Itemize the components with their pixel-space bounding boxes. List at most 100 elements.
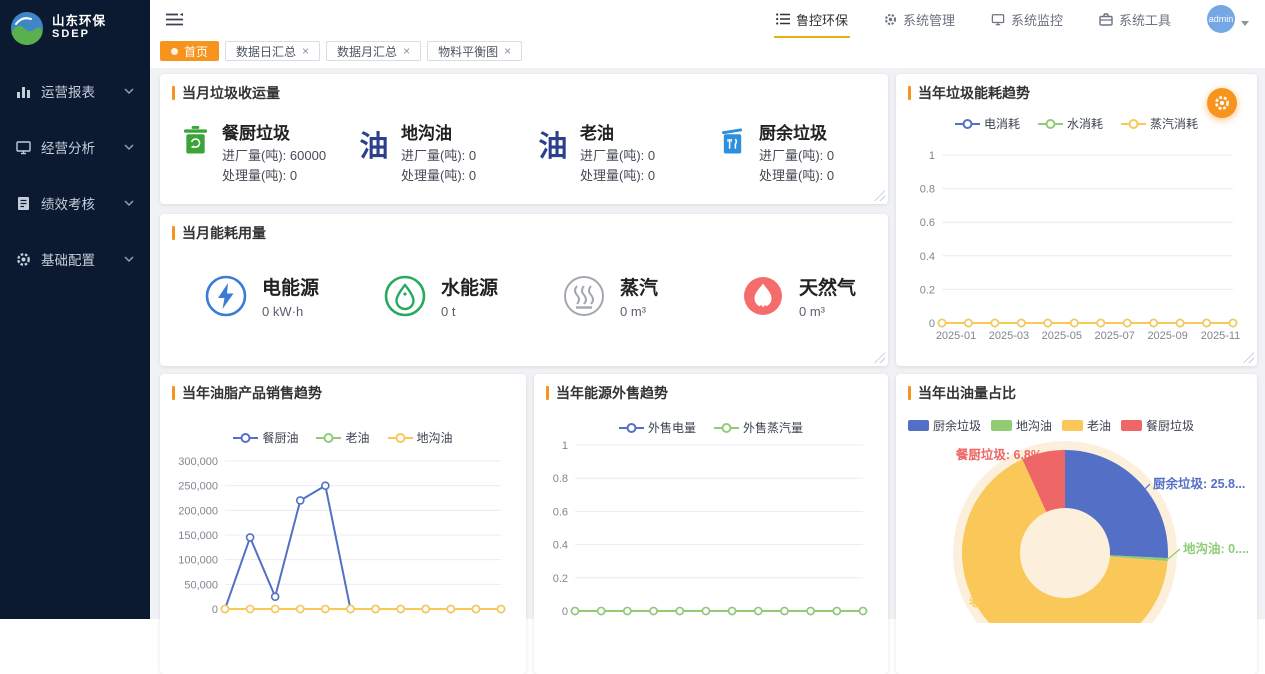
oil-character-icon: 油 [538, 125, 568, 162]
svg-text:1: 1 [562, 440, 568, 452]
stat-name: 厨余垃圾 [759, 119, 834, 144]
card-title: 当月能耗用量 [160, 214, 888, 243]
svg-text:0: 0 [929, 318, 935, 330]
tab-material-balance[interactable]: 物料平衡图 × [427, 41, 522, 61]
stat-intake: 进厂量(吨): 0 [759, 146, 834, 166]
card-title-text: 当年油脂产品销售趋势 [182, 383, 322, 403]
svg-text:0.6: 0.6 [553, 506, 568, 518]
chevron-down-icon [124, 144, 134, 150]
legend-item[interactable]: 蒸汽消耗 [1121, 115, 1198, 132]
stat-intake: 进厂量(吨): 0 [580, 146, 655, 166]
svg-text:2025-09: 2025-09 [1147, 330, 1187, 342]
sidebar-item-operations-report[interactable]: 运营报表 [0, 63, 150, 119]
waste-intake-card: 当月垃圾收运量 餐厨垃圾 进厂量(吨): 60000 处理量(吨): 0 [160, 74, 888, 204]
svg-text:0.8: 0.8 [920, 184, 935, 196]
card-title-text: 当年出油量占比 [918, 383, 1016, 403]
svg-text:餐厨垃圾: 6.8%: 餐厨垃圾: 6.8% [955, 447, 1042, 462]
monitor-icon [991, 13, 1005, 26]
energy-trend-chart-card: 当年垃圾能耗趋势 电消耗水消耗蒸汽消耗 10.80.60.40.202025-0… [896, 74, 1257, 366]
svg-text:0.2: 0.2 [920, 284, 935, 296]
sidebar-item-basic-config[interactable]: 基础配置 [0, 231, 150, 287]
svg-text:0.4: 0.4 [920, 251, 935, 263]
svg-text:200,000: 200,000 [178, 505, 218, 517]
user-menu[interactable]: admin [1207, 5, 1249, 33]
energy-usage-card: 当月能耗用量 电能源0 kW·h 水能源0 t 蒸汽0 m³ [160, 214, 888, 366]
chevron-down-icon [124, 88, 134, 94]
stat-kitchen-waste: 餐厨垃圾 进厂量(吨): 60000 处理量(吨): 0 [166, 119, 345, 185]
card-title-text: 当月垃圾收运量 [182, 83, 280, 103]
legend-item[interactable]: 餐厨垃圾 [1121, 417, 1194, 434]
sidebar-item-performance-review[interactable]: 绩效考核 [0, 175, 150, 231]
svg-text:0: 0 [212, 604, 218, 616]
tab-home[interactable]: 首页 [160, 41, 219, 61]
stat-processed: 处理量(吨): 0 [222, 166, 326, 186]
brand-name-cn: 山东环保 [52, 15, 106, 29]
title-accent-bar [172, 386, 175, 400]
legend-item[interactable]: 地沟油 [991, 417, 1052, 434]
oil-sales-chart-card: 当年油脂产品销售趋势 餐厨油老油地沟油 300,000250,000200,00… [160, 374, 526, 674]
resize-handle[interactable] [874, 190, 885, 201]
gear-icon [884, 13, 897, 26]
nav-item-system-tools[interactable]: 系统工具 [1099, 0, 1171, 38]
legend-item[interactable]: 外售蒸汽量 [714, 419, 803, 436]
stat-name: 老油 [580, 119, 655, 144]
resize-handle[interactable] [874, 352, 885, 363]
close-icon[interactable]: × [403, 45, 410, 57]
svg-text:2025-11: 2025-11 [1201, 330, 1241, 342]
nav-item-label: 系统监控 [1011, 10, 1063, 29]
nav-item-system-management[interactable]: 系统管理 [884, 0, 955, 38]
tab-label: 数据日汇总 [236, 43, 296, 60]
sidebar-item-business-analysis[interactable]: 经营分析 [0, 119, 150, 175]
nav-item-label: 系统管理 [903, 10, 955, 29]
avatar: admin [1207, 5, 1235, 33]
sidebar: 山东环保 SDEP 运营报表 经营分析 绩效考核 基础配置 [0, 0, 150, 619]
legend-item[interactable]: 地沟油 [388, 429, 453, 446]
legend-item[interactable]: 电消耗 [955, 115, 1020, 132]
legend-item[interactable]: 餐厨油 [233, 429, 298, 446]
monitor-icon [16, 140, 31, 155]
stat-name: 餐厨垃圾 [222, 119, 326, 144]
electric-icon [204, 274, 248, 318]
energy-gas: 天然气0 m³ [703, 273, 882, 319]
energy-water: 水能源0 t [345, 273, 524, 319]
donut-chart: 厨余垃圾: 25.8...地沟油: 0....老油: 66.93%餐厨垃圾: 6… [896, 438, 1257, 623]
svg-text:50,000: 50,000 [184, 579, 218, 591]
green-trashbin-icon [180, 125, 210, 155]
close-icon[interactable]: × [302, 45, 309, 57]
close-icon[interactable]: × [504, 45, 511, 57]
nav-item-system-monitor[interactable]: 系统监控 [991, 0, 1063, 38]
gear-icon [1213, 94, 1231, 112]
chart-settings-button[interactable] [1207, 88, 1237, 118]
gear-icon [16, 252, 31, 267]
tab-monthly-summary[interactable]: 数据月汇总 × [326, 41, 421, 61]
legend-item[interactable]: 老油 [1062, 417, 1111, 434]
title-accent-bar [172, 86, 175, 100]
top-nav: 鲁控环保 系统管理 系统监控 系统工具 admin [776, 0, 1249, 38]
stat-processed: 处理量(吨): 0 [759, 166, 834, 186]
legend-item[interactable]: 外售电量 [619, 419, 696, 436]
bar-chart-icon [16, 84, 31, 99]
energy-sales-chart-card: 当年能源外售趋势 外售电量外售蒸汽量 10.80.60.40.20 [534, 374, 888, 674]
svg-text:2025-07: 2025-07 [1095, 330, 1135, 342]
flame-icon [741, 274, 785, 318]
legend-item[interactable]: 老油 [316, 429, 369, 446]
legend-item[interactable]: 厨余垃圾 [908, 417, 981, 434]
legend-item[interactable]: 水消耗 [1038, 115, 1103, 132]
water-drop-icon [383, 274, 427, 318]
stat-gutter-oil: 油 地沟油 进厂量(吨): 0 处理量(吨): 0 [345, 119, 524, 185]
title-accent-bar [908, 386, 911, 400]
sidebar-item-label: 绩效考核 [41, 193, 95, 213]
title-accent-bar [172, 226, 175, 240]
main-area: 鲁控环保 系统管理 系统监控 系统工具 admin [150, 0, 1265, 619]
brand-name-en: SDEP [52, 28, 106, 40]
svg-text:150,000: 150,000 [178, 530, 218, 542]
resize-handle[interactable] [1243, 352, 1254, 363]
line-chart: 10.80.60.40.20 [534, 438, 888, 618]
brand-logo: 山东环保 SDEP [0, 0, 150, 55]
svg-text:1: 1 [929, 150, 935, 162]
line-chart: 300,000250,000200,000150,000100,00050,00… [160, 448, 526, 628]
tab-daily-summary[interactable]: 数据日汇总 × [225, 41, 320, 61]
nav-item-lukong[interactable]: 鲁控环保 [776, 0, 848, 38]
sidebar-collapse-icon[interactable] [166, 13, 183, 26]
tab-bar: 首页 数据日汇总 × 数据月汇总 × 物料平衡图 × [150, 38, 1265, 68]
